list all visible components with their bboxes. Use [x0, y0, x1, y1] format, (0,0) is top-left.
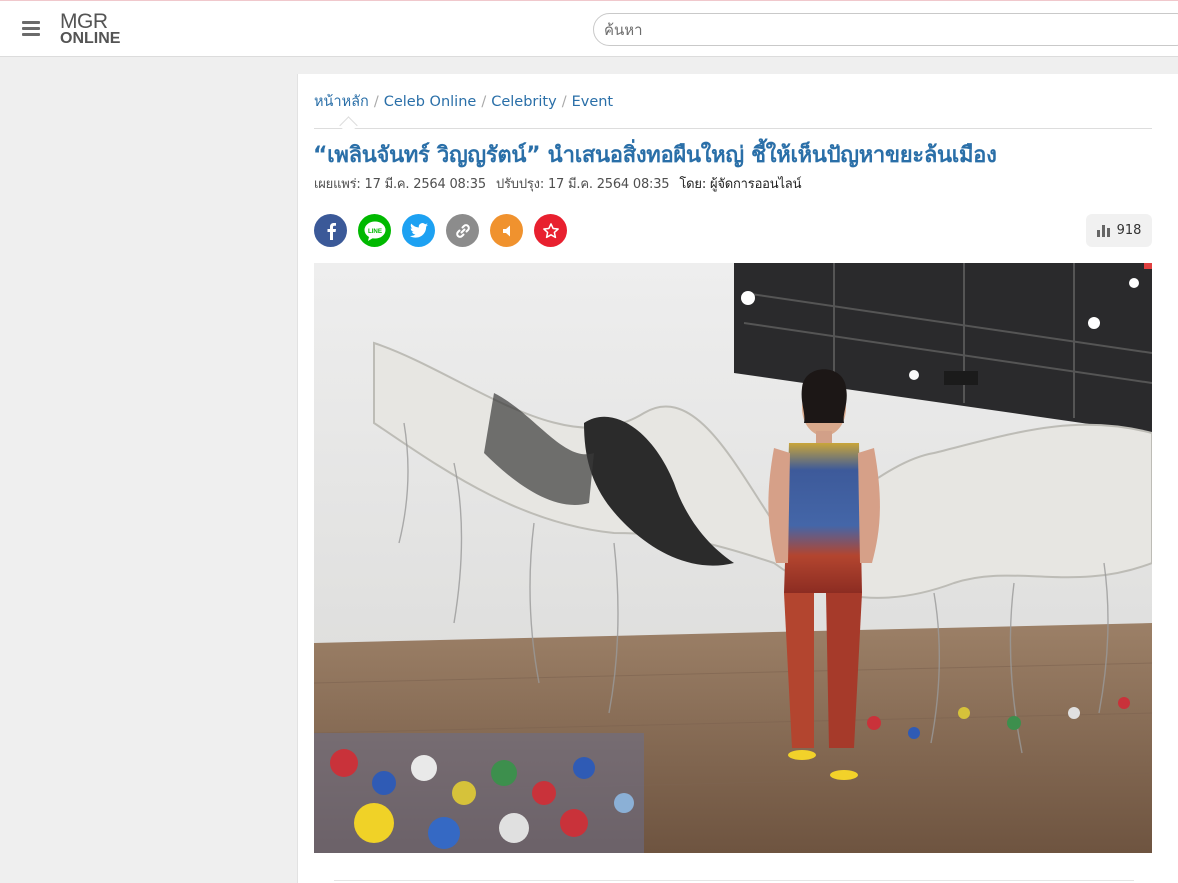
- logo-line-1: MGR: [60, 10, 108, 33]
- speaker-icon: [502, 225, 510, 236]
- favorite-button[interactable]: [534, 214, 567, 247]
- breadcrumb-celebrity[interactable]: Celebrity: [491, 94, 556, 110]
- logo-line-2: ONLINE: [60, 30, 121, 47]
- breadcrumb-separator: /: [373, 94, 379, 110]
- updated-label: ปรับปรุง:: [495, 177, 545, 192]
- search-input[interactable]: [593, 13, 1178, 46]
- facebook-icon: [327, 222, 336, 240]
- view-count: 918: [1116, 223, 1142, 238]
- breadcrumb: หน้าหลัก / Celeb Online / Celebrity / Event: [314, 90, 613, 112]
- line-icon: LINE: [364, 221, 385, 241]
- star-icon: [542, 222, 559, 238]
- site-logo[interactable]: MGR ONLINE: [60, 10, 132, 48]
- breadcrumb-event[interactable]: Event: [572, 94, 614, 110]
- author-label: โดย:: [679, 177, 706, 192]
- hamburger-menu-icon[interactable]: [22, 21, 40, 36]
- article-meta: เผยแพร่: 17 มี.ค. 2564 08:35 ปรับปรุง: 17…: [314, 173, 801, 194]
- article-panel: หน้าหลัก / Celeb Online / Celebrity / Event “เ…: [297, 74, 1178, 883]
- breadcrumb-home[interactable]: หน้าหลัก: [314, 94, 369, 110]
- breadcrumb-notch: [339, 116, 358, 135]
- twitter-share-button[interactable]: [402, 214, 435, 247]
- published-label: เผยแพร่:: [314, 177, 361, 192]
- article-hero-image[interactable]: [314, 263, 1152, 853]
- breadcrumb-divider: [314, 128, 1152, 129]
- copy-link-button[interactable]: [446, 214, 479, 247]
- twitter-icon: [409, 223, 428, 238]
- view-count-badge: 918: [1086, 214, 1152, 247]
- author-name[interactable]: ผู้จัดการออนไลน์: [710, 177, 802, 192]
- bar-chart-icon: [1096, 225, 1110, 237]
- speaker-button[interactable]: [490, 214, 523, 247]
- installation-photo: [314, 263, 1152, 853]
- breadcrumb-celeb-online[interactable]: Celeb Online: [384, 94, 477, 110]
- link-icon: [455, 223, 470, 238]
- top-bar: MGR ONLINE: [0, 0, 1178, 57]
- updated-date: 17 มี.ค. 2564 08:35: [547, 177, 670, 192]
- published-date: 17 มี.ค. 2564 08:35: [364, 177, 487, 192]
- article-title: “เพลินจันทร์ วิญญรัตน์” นำเสนอสิ่งทอผืนใ…: [313, 143, 997, 168]
- svg-text:LINE: LINE: [367, 227, 381, 234]
- breadcrumb-separator: /: [481, 94, 487, 110]
- breadcrumb-separator: /: [561, 94, 567, 110]
- facebook-share-button[interactable]: [314, 214, 347, 247]
- line-share-button[interactable]: LINE: [358, 214, 391, 247]
